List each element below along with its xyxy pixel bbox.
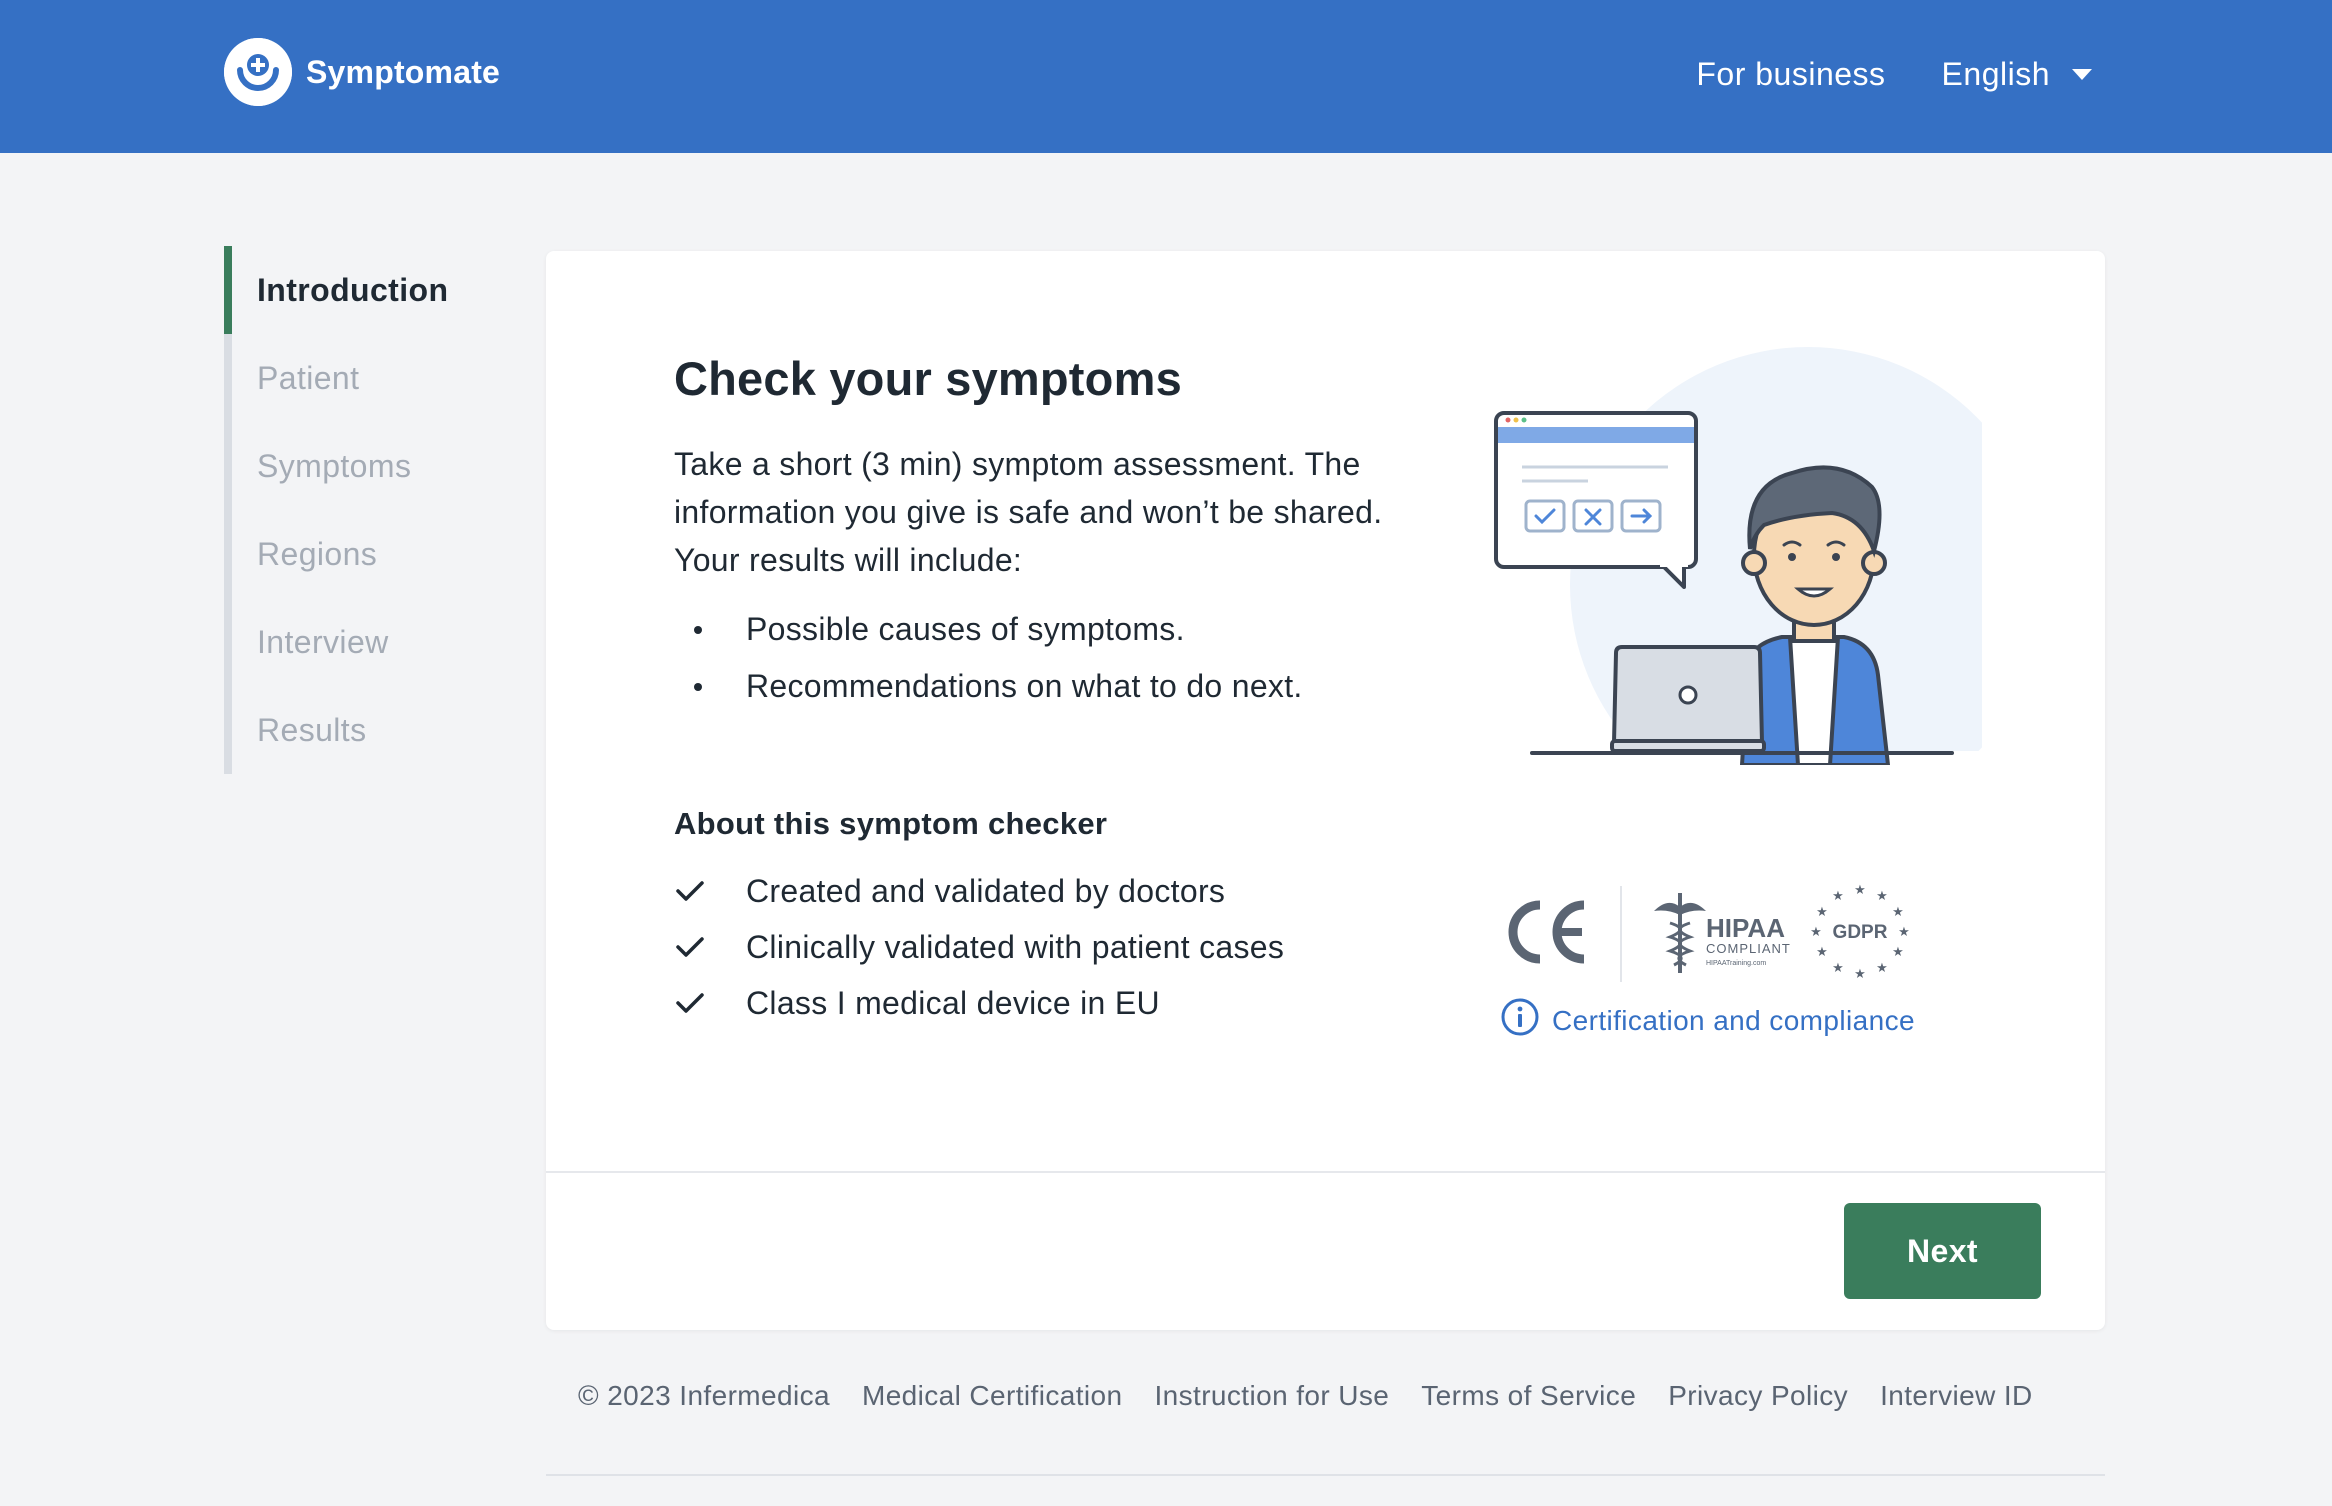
gdpr-text: GDPR (1833, 922, 1888, 943)
step-regions: Regions (257, 535, 378, 572)
svg-text:★: ★ (1892, 905, 1904, 920)
symptomate-logo-icon (224, 38, 292, 106)
list-item-text: Class I medical device in EU (746, 984, 1160, 1021)
instruction-for-use-link[interactable]: Instruction for Use (1154, 1380, 1389, 1412)
intro-paragraph: Take a short (3 min) symptom assessment.… (674, 446, 1383, 578)
ce-mark-icon (1500, 897, 1590, 972)
list-item: Possible causes of symptoms. (674, 601, 1303, 658)
list-item-text: Recommendations on what to do next. (746, 668, 1303, 704)
gdpr-logo-icon: ★ ★ ★ ★ ★ ★ ★ ★ ★ ★ ★ ★ GDPR (1808, 880, 1912, 989)
about-features-list: Created and validated by doctors Clinica… (674, 863, 1284, 1031)
privacy-policy-link[interactable]: Privacy Policy (1668, 1380, 1848, 1412)
svg-text:★: ★ (1832, 889, 1844, 904)
person-at-laptop-illustration (1492, 345, 2046, 823)
step-introduction: Introduction (257, 271, 449, 308)
bullet-dot (694, 626, 702, 634)
list-item: Created and validated by doctors (674, 863, 1284, 919)
step-interview: Interview (257, 623, 389, 660)
top-navigation-bar: Symptomate For business English (0, 0, 2332, 153)
svg-text:★: ★ (1832, 961, 1844, 976)
checkmark-icon (674, 991, 746, 1015)
card-footer-divider (546, 1171, 2105, 1173)
hipaa-compliant-text: COMPLIANT (1706, 941, 1791, 956)
svg-text:★: ★ (1810, 925, 1822, 940)
language-label: English (1941, 55, 2050, 92)
language-selector[interactable]: English (1942, 56, 2092, 93)
medical-certification-link[interactable]: Medical Certification (862, 1380, 1123, 1412)
results-include-list: Possible causes of symptoms. Recommendat… (674, 601, 1303, 715)
svg-text:★: ★ (1854, 883, 1866, 898)
checkmark-icon (674, 879, 746, 903)
badge-divider (1620, 886, 1622, 982)
svg-text:★: ★ (1816, 905, 1828, 920)
hipaa-site-text: HIPAATraining.com (1706, 960, 1766, 967)
step-patient: Patient (257, 359, 360, 396)
next-button[interactable]: Next (1844, 1203, 2041, 1299)
interview-id-link[interactable]: Interview ID (1880, 1380, 2033, 1412)
for-business-link[interactable]: For business (1696, 56, 1885, 93)
svg-text:★: ★ (1876, 889, 1888, 904)
list-item: Recommendations on what to do next. (674, 658, 1303, 715)
list-item: Class I medical device in EU (674, 975, 1284, 1031)
svg-text:★: ★ (1898, 925, 1910, 940)
certification-compliance-link[interactable]: Certification and compliance (1500, 997, 1915, 1044)
info-icon (1500, 997, 1540, 1044)
brand-name: Symptomate (306, 53, 501, 90)
list-item-text: Clinically validated with patient cases (746, 928, 1285, 965)
hipaa-compliant-logo-icon: HIPAA COMPLIANT HIPAATraining.com (1644, 887, 1794, 982)
step-results: Results (257, 711, 367, 748)
brand-logo-link[interactable]: Symptomate (224, 38, 500, 106)
list-item-text: Created and validated by doctors (746, 872, 1226, 909)
hipaa-text: HIPAA (1706, 913, 1785, 943)
footer-divider (546, 1474, 2105, 1476)
compliance-badges: HIPAA COMPLIANT HIPAATraining.com ★ ★ ★ ★ ★… (1500, 879, 1950, 989)
step-symptoms: Symptoms (257, 447, 412, 484)
svg-text:★: ★ (1816, 945, 1828, 960)
about-heading: About this symptom checker (674, 806, 1108, 841)
certification-link-label: Certification and compliance (1552, 1004, 1915, 1036)
checkmark-icon (674, 935, 746, 959)
svg-text:★: ★ (1854, 967, 1866, 982)
page-footer: © 2023 Infermedica Medical Certification… (578, 1380, 2033, 1412)
bullet-dot (694, 683, 702, 691)
page-title: Check your symptoms (674, 352, 1182, 405)
list-item: Clinically validated with patient cases (674, 919, 1284, 975)
list-item-text: Possible causes of symptoms. (746, 611, 1185, 647)
header-nav: For business English (1696, 48, 2092, 100)
svg-text:★: ★ (1876, 961, 1888, 976)
introduction-card: Check your symptoms Take a short (3 min)… (546, 251, 2105, 1330)
terms-of-service-link[interactable]: Terms of Service (1421, 1380, 1636, 1412)
copyright-text: © 2023 Infermedica (578, 1380, 830, 1411)
svg-text:★: ★ (1892, 945, 1904, 960)
chevron-down-icon (2072, 68, 2092, 80)
progress-steps: Introduction Patient Symptoms Regions In… (224, 246, 484, 774)
